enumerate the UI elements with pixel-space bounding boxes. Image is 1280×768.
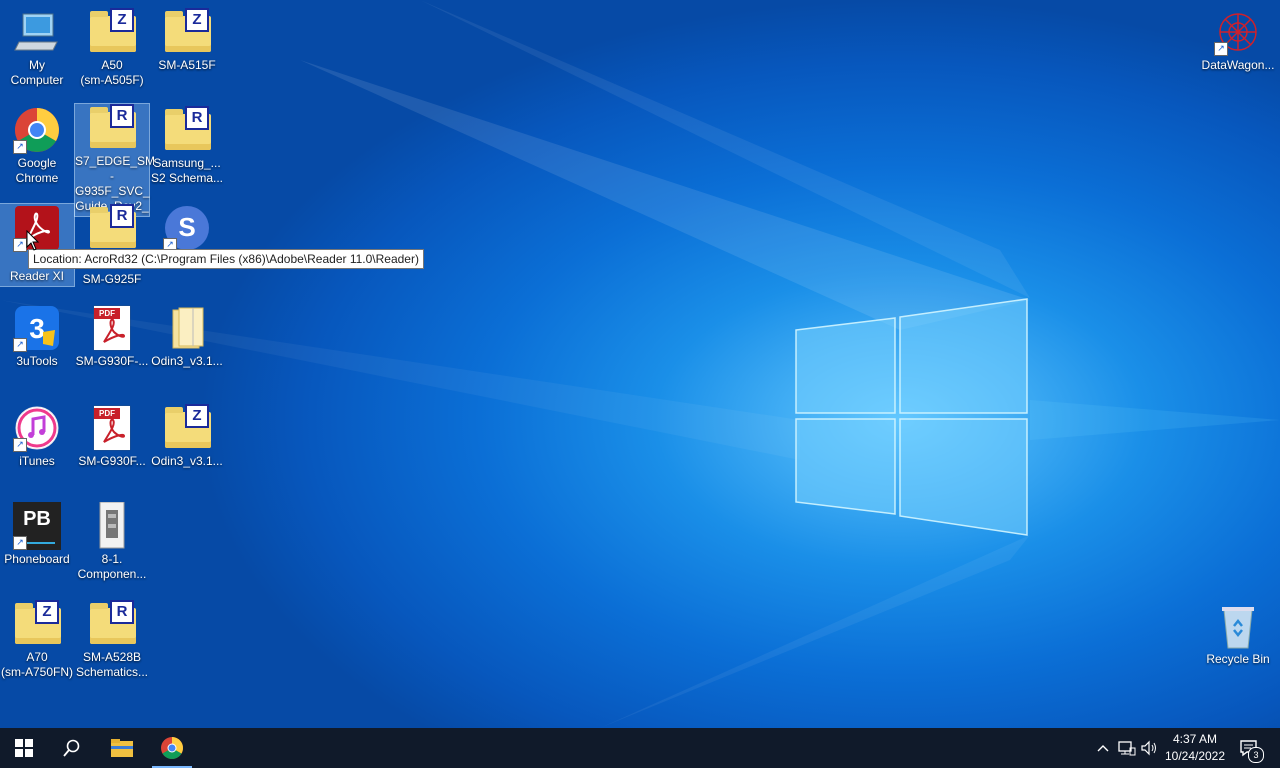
desktop-icon-a50-archive[interactable]: Z A50 (sm-A505F) xyxy=(75,8,149,88)
3utools-icon: 3 ↗ xyxy=(13,304,61,352)
location-tooltip: Location: AcroRd32 (C:\Program Files (x8… xyxy=(28,249,424,269)
desktop-icon-app-s[interactable]: S ↗ xyxy=(150,204,224,254)
shortcut-arrow-icon: ↗ xyxy=(13,338,27,352)
desktop-icon-itunes[interactable]: ↗ iTunes xyxy=(0,404,74,469)
archive-folder-icon: Z xyxy=(13,600,61,648)
desktop-icon-sm-g930f-pdf-2[interactable]: PDF SM-G930F... xyxy=(75,404,149,469)
archive-folder-icon: Z xyxy=(163,8,211,56)
desktop-icon-chrome[interactable]: ↗ Google Chrome xyxy=(0,106,74,186)
desktop-icon-a70-archive[interactable]: Z A70 (sm-A750FN) xyxy=(0,600,74,680)
desktop-icon-sm-g930f-pdf-1[interactable]: PDF SM-G930F-... xyxy=(75,304,149,369)
desktop-icon-datawagon[interactable]: ↗ DataWagon... xyxy=(1198,8,1278,73)
desktop-icon-sm-a515f-archive[interactable]: Z SM-A515F xyxy=(150,8,224,73)
computer-icon xyxy=(13,8,61,56)
desktop-icon-component-doc[interactable]: 8-1. Componen... xyxy=(75,501,149,582)
file-explorer-button[interactable] xyxy=(98,728,146,768)
pdf-file-icon: PDF xyxy=(88,404,136,452)
show-hidden-icons-button[interactable] xyxy=(1092,728,1114,768)
notification-count-badge: 3 xyxy=(1248,747,1264,763)
shortcut-arrow-icon: ↗ xyxy=(13,238,27,252)
archive-folder-icon: R xyxy=(163,106,211,154)
chevron-up-icon xyxy=(1097,745,1109,752)
archive-folder-icon: R xyxy=(88,600,136,648)
shortcut-arrow-icon: ↗ xyxy=(13,536,27,550)
svg-text:3: 3 xyxy=(29,313,45,344)
chrome-icon xyxy=(161,737,183,759)
recycle-bin-icon xyxy=(1214,602,1262,650)
shortcut-arrow-icon: ↗ xyxy=(1214,42,1228,56)
chrome-taskbar-button[interactable] xyxy=(148,728,196,768)
archive-folder-icon: R xyxy=(88,104,136,152)
network-icon xyxy=(1118,741,1136,756)
desktop-icon-s7-edge-archive[interactable]: R S7_EDGE_SM -G935F_SVC_ Guide_Rev2_ xyxy=(74,103,155,217)
app-s-icon: S ↗ xyxy=(163,204,211,252)
desktop-icon-sm-g925f-archive[interactable]: R SM-G925F xyxy=(75,204,149,287)
desktop-icon-samsung-s2-archive[interactable]: R Samsung_... S2 Schema... xyxy=(150,106,224,186)
archive-folder-icon: R xyxy=(88,204,136,252)
search-button[interactable] xyxy=(48,728,96,768)
mouse-cursor-icon xyxy=(26,230,40,251)
file-explorer-icon xyxy=(111,739,133,757)
archive-folder-icon: Z xyxy=(163,404,211,452)
desktop-icon-my-computer[interactable]: My Computer xyxy=(0,8,74,88)
chrome-icon: ↗ xyxy=(13,106,61,154)
archive-folder-icon: Z xyxy=(88,8,136,56)
desktop-icon-odin-archive[interactable]: Z Odin3_v3.1... xyxy=(150,404,224,469)
desktop-icon-odin-folder[interactable]: Odin3_v3.1... xyxy=(150,304,224,369)
desktop-icon-sm-a528b-archive[interactable]: R SM-A528B Schematics... xyxy=(75,600,149,680)
shortcut-arrow-icon: ↗ xyxy=(13,438,27,452)
taskbar: 4:37 AM 10/24/2022 3 xyxy=(0,728,1280,768)
action-center-button[interactable]: 3 xyxy=(1234,728,1264,768)
phoneboard-icon: PB ↗ xyxy=(13,502,61,550)
clock-date: 10/24/2022 xyxy=(1164,749,1226,763)
start-icon xyxy=(15,739,33,757)
folder-icon xyxy=(163,304,211,352)
desktop-icon-3utools[interactable]: 3 ↗ 3uTools xyxy=(0,304,74,369)
itunes-icon: ↗ xyxy=(13,404,61,452)
document-thumbnail-icon xyxy=(88,501,136,550)
network-button[interactable] xyxy=(1116,728,1138,768)
search-icon xyxy=(63,739,80,757)
volume-button[interactable] xyxy=(1139,728,1161,768)
clock-time: 4:37 AM xyxy=(1172,732,1218,746)
desktop-icon-recycle-bin[interactable]: Recycle Bin xyxy=(1198,602,1278,667)
windows-logo xyxy=(795,298,1028,536)
desktop-icon-phoneboard[interactable]: PB ↗ Phoneboard xyxy=(0,502,74,567)
start-button[interactable] xyxy=(0,728,48,768)
speaker-icon xyxy=(1141,740,1156,756)
shortcut-arrow-icon: ↗ xyxy=(13,140,27,154)
pdf-file-icon: PDF xyxy=(88,304,136,352)
phoneboard-logo-text: PB xyxy=(23,508,51,530)
taskbar-clock[interactable]: 4:37 AM 10/24/2022 xyxy=(1160,731,1230,765)
datawagon-icon: ↗ xyxy=(1214,8,1262,56)
